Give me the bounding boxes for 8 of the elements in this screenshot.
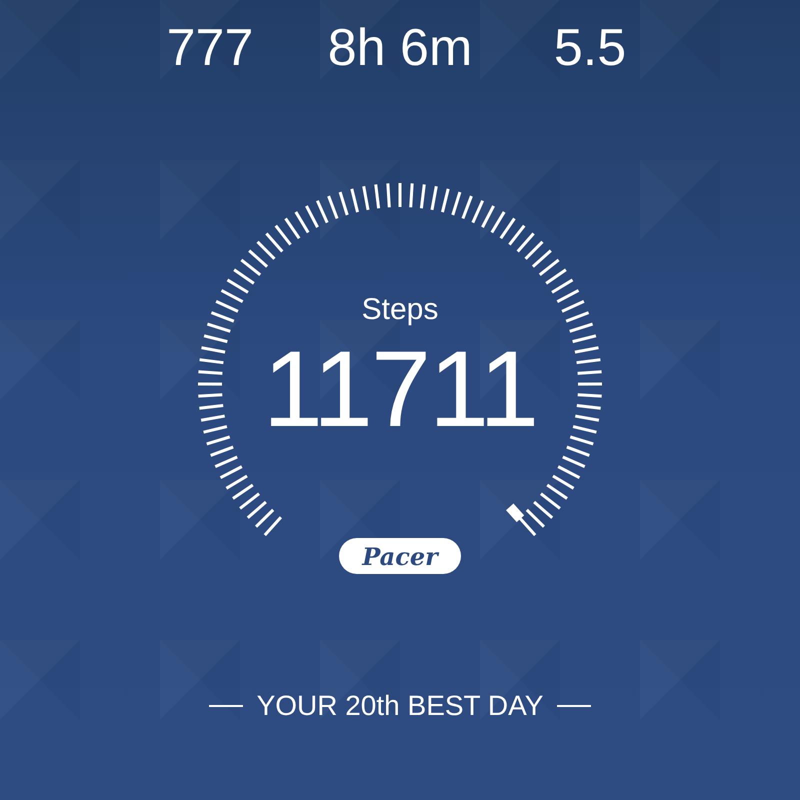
steps-count: 11711 xyxy=(262,334,538,444)
steps-label: Steps xyxy=(362,292,438,328)
stat-value: 8h 6m xyxy=(326,18,474,79)
best-day-caption: YOUR 20th BEST DAY xyxy=(256,689,544,723)
stat-value: 5.5 xyxy=(552,18,628,79)
brand-logo: Pacer xyxy=(339,538,461,574)
progress-marker xyxy=(506,504,524,522)
stat-value: 777 xyxy=(166,18,254,79)
